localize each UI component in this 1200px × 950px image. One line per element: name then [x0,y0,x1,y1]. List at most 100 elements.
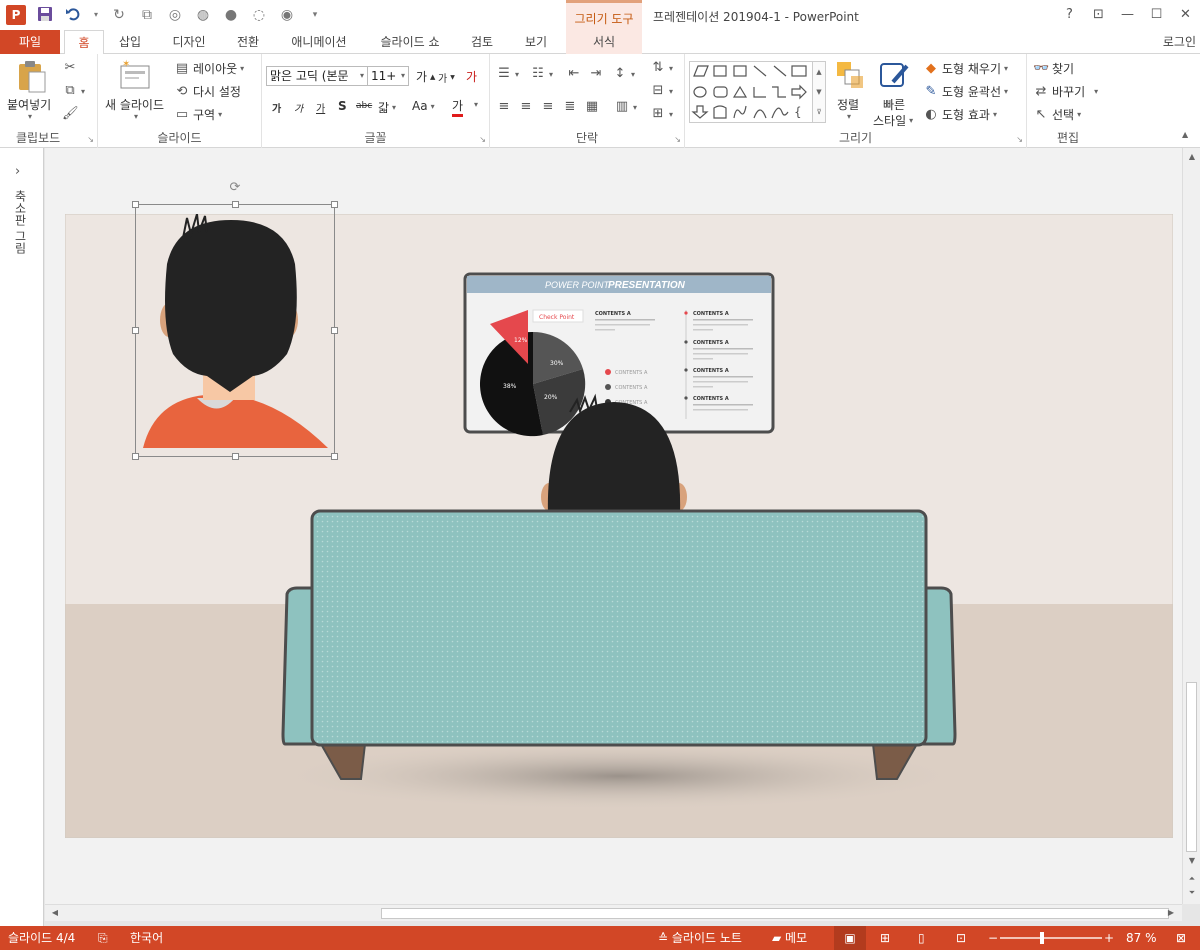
rotate-handle-icon[interactable]: ⟳ [228,181,242,195]
horizontal-scroll-thumb[interactable] [381,908,1169,919]
new-slide-button[interactable]: 새 슬라이드 [105,96,164,113]
clipboard-launcher-icon[interactable]: ↘ [87,135,94,144]
font-color-dropdown-icon[interactable]: ▾ [474,100,478,109]
justify-icon[interactable]: ≣ [562,99,578,115]
bullets-button[interactable]: ☰ ▾ [496,66,519,82]
arrange-button[interactable]: 정렬 [837,96,859,113]
shape-fragment-icon[interactable]: ● [222,6,240,24]
start-from-beginning-icon[interactable]: ⧉ [138,6,156,24]
paste-button[interactable]: 붙여넣기 [7,96,51,113]
tab-home[interactable]: 홈 [64,30,104,55]
new-slide-dropdown-icon[interactable]: ▾ [134,112,138,121]
notes-button[interactable]: ≙ 슬라이드 노트 [658,926,742,950]
resize-handle-tr[interactable] [331,201,338,208]
tab-file[interactable]: 파일 [0,30,60,54]
decrease-indent-icon[interactable]: ⇤ [566,66,582,82]
shadow-button[interactable]: S [338,99,347,113]
change-case-button[interactable]: Aa ▾ [412,99,435,113]
zoom-out-icon[interactable]: − [988,926,998,950]
clear-formatting-button[interactable]: 가 [466,68,477,85]
zoom-slider[interactable] [1000,937,1102,939]
zoom-level[interactable]: 87 % [1126,926,1157,950]
save-icon[interactable] [36,6,54,24]
expand-thumbnails-icon[interactable]: › [15,164,20,179]
smartart-button[interactable]: ⊞ ▾ [650,106,673,122]
slideshow-view-icon[interactable]: ⊡ [956,926,966,950]
help-button[interactable]: ? [1055,0,1084,30]
select-button[interactable]: ↖ 선택 ▾ [1033,106,1082,123]
layout-button[interactable]: ▤ 레이아웃 ▾ [174,60,244,77]
drawing-launcher-icon[interactable]: ↘ [1016,135,1023,144]
shapes-gallery[interactable]: { [689,61,813,123]
columns-button[interactable]: ▥ ▾ [614,99,637,115]
vertical-scrollbar[interactable]: ▲ ▼ ⏶ ⏷ [1182,148,1200,904]
tab-insert[interactable]: 삽입 [110,30,150,54]
close-icon[interactable]: ✕ [1171,0,1200,30]
redo-icon[interactable]: ↻ [110,6,128,24]
shape-union-icon[interactable]: ◎ [166,6,184,24]
maximize-icon[interactable]: ☐ [1142,0,1171,30]
tab-review[interactable]: 검토 [462,30,502,54]
strikethrough-button[interactable]: abc [356,101,372,111]
comments-button[interactable]: ▰ 메모 [772,926,807,950]
align-left-icon[interactable]: ≡ [496,99,512,115]
horizontal-scrollbar[interactable]: ◀ ▶ [45,904,1182,921]
copy-icon[interactable]: ⧉ ▾ [62,83,85,99]
scroll-down-icon[interactable]: ▼ [1186,856,1198,865]
scroll-left-icon[interactable]: ◀ [49,908,61,917]
underline-button[interactable]: 가 [316,100,325,115]
tab-animations[interactable]: 애니메이션 [282,30,356,54]
collapse-ribbon-icon[interactable]: ▲ [1182,130,1188,139]
tab-slideshow[interactable]: 슬라이드 쇼 [370,30,450,54]
quick-styles-icon[interactable] [879,60,913,94]
zoom-in-icon[interactable]: + [1104,926,1114,950]
italic-button[interactable]: 가 [294,100,303,115]
scroll-right-icon[interactable]: ▶ [1165,908,1177,917]
distribute-icon[interactable]: ▦ [584,99,600,115]
arrange-icon[interactable] [835,60,869,94]
reading-view-icon[interactable]: ▯ [918,926,925,950]
quick-styles-button[interactable]: 스타일 ▾ [873,112,913,129]
reset-button[interactable]: ⟲ 다시 설정 [174,83,241,100]
ribbon-display-options-icon[interactable]: ⊡ [1084,0,1113,30]
shape-subtract-icon[interactable]: ◉ [278,6,296,24]
paragraph-launcher-icon[interactable]: ↘ [674,135,681,144]
font-color-button[interactable]: 가 [452,97,464,117]
vertical-scroll-thumb[interactable] [1186,682,1197,852]
paste-dropdown-icon[interactable]: ▾ [28,112,32,121]
shape-intersect-icon[interactable]: ◌ [250,6,268,24]
resize-handle-tc[interactable] [232,201,239,208]
tab-design[interactable]: 디자인 [164,30,214,54]
align-center-icon[interactable]: ≡ [518,99,534,115]
tab-format[interactable]: 서식 [566,30,642,54]
line-spacing-button[interactable]: ↕ ▾ [612,66,635,82]
shape-outline-button[interactable]: ✎ 도형 윤곽선 ▾ [923,83,1008,100]
previous-slide-icon[interactable]: ⏶ [1186,874,1198,884]
next-slide-icon[interactable]: ⏷ [1186,888,1198,898]
section-button[interactable]: ▭ 구역 ▾ [174,106,222,123]
text-direction-button[interactable]: ⇅ ▾ [650,60,673,76]
normal-view-icon[interactable]: ▣ [834,926,866,950]
shrink-font-button[interactable]: 가 ▼ [438,70,455,85]
find-button[interactable]: 👓 찾기 [1033,60,1074,77]
grow-font-button[interactable]: 가 ▲ [416,68,435,85]
increase-indent-icon[interactable]: ⇥ [588,66,604,82]
replace-button[interactable]: ⇄ 바꾸기 ▾ [1033,83,1099,100]
spell-check-icon[interactable]: ⎘ [98,926,108,950]
paste-icon[interactable] [15,60,49,94]
slide[interactable]: POWER POINT PRESENTATION 12% 30% 38% 20% [65,214,1173,838]
undo-icon[interactable] [64,6,82,24]
quick-styles-line1[interactable]: 빠른 [883,96,905,113]
shape-effects-button[interactable]: ◐ 도형 효과 ▾ [923,106,997,123]
scroll-up-icon[interactable]: ▲ [1186,152,1198,161]
arrange-dropdown-icon[interactable]: ▾ [847,112,851,121]
tab-view[interactable]: 보기 [516,30,556,54]
format-painter-icon[interactable]: 🖌 [62,106,79,122]
customize-qat-icon[interactable]: ▾ [306,6,324,24]
minimize-icon[interactable]: — [1113,0,1142,30]
numbering-button[interactable]: ☷ ▾ [530,66,553,82]
resize-handle-tl[interactable] [132,201,139,208]
font-size-combo[interactable]: 11+ ▾ [367,66,409,86]
shapes-gallery-scroll[interactable]: ▲ ▼ ⊽ [812,61,826,123]
font-launcher-icon[interactable]: ↘ [479,135,486,144]
